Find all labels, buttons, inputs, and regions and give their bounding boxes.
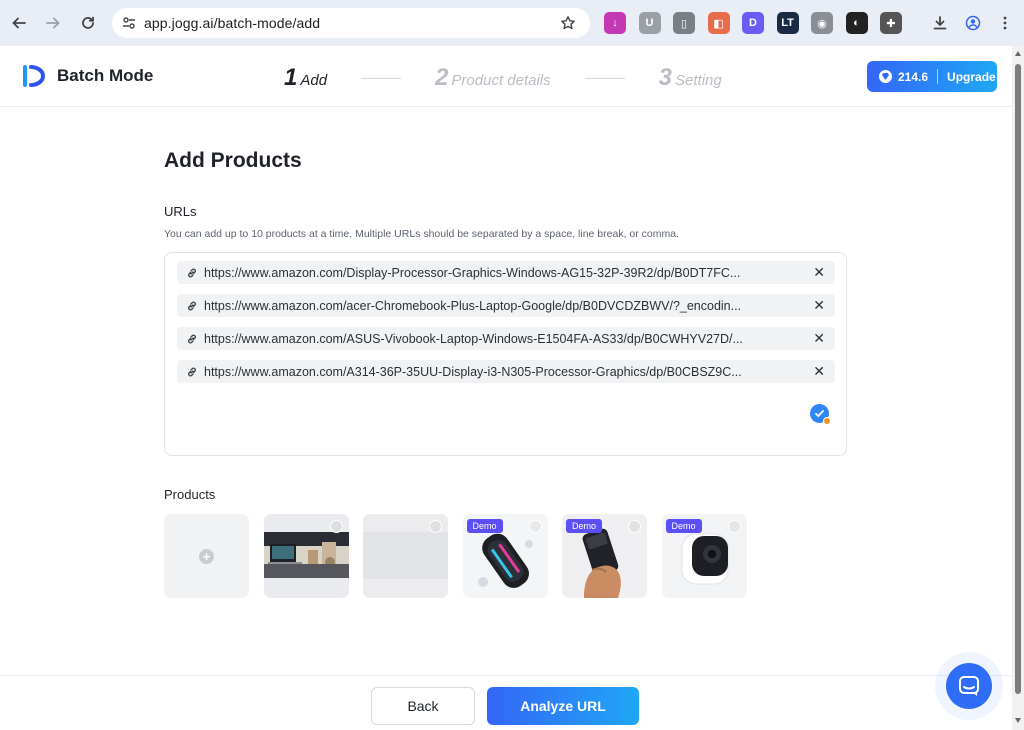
link-icon	[188, 334, 196, 343]
step-number: 2	[435, 64, 449, 91]
url-text: https://www.amazon.com/A314-36P-35UU-Dis…	[204, 364, 742, 379]
divider	[937, 69, 939, 84]
upgrade-label: Upgrade	[947, 69, 996, 84]
link-icon	[188, 367, 196, 376]
app-title: Batch Mode	[57, 66, 154, 85]
scroll-thumb[interactable]	[1015, 64, 1021, 694]
select-radio[interactable]	[429, 520, 442, 533]
url-input-box[interactable]: https://www.amazon.com/Display-Processor…	[164, 252, 847, 456]
select-radio[interactable]	[727, 520, 741, 533]
analyze-url-button[interactable]: Analyze URL	[487, 687, 639, 725]
step-number: 3	[658, 64, 673, 91]
halfcircle-ext-icon[interactable]: ◐	[845, 12, 868, 34]
url-chip: https://www.amazon.com/acer-Chromebook-P…	[177, 294, 835, 317]
logo[interactable]: Batch Mode	[22, 63, 153, 89]
url-text: https://www.amazon.com/acer-Chromebook-P…	[204, 298, 742, 313]
product-card-speaker[interactable]: Demo	[462, 514, 548, 598]
step-number: 1	[284, 64, 298, 91]
product-card-blank[interactable]	[363, 514, 448, 598]
address-bar[interactable]: app.jogg.ai/batch-mode/add	[112, 8, 590, 38]
chat-support-button[interactable]	[946, 663, 992, 709]
step-setting: 3 Setting	[659, 64, 722, 92]
select-radio[interactable]	[329, 520, 343, 533]
extensions-bar: ↓ U ▯ ◧ D LT ◉ ◐ ✚	[604, 10, 915, 36]
step-product-details: 2 Product details	[435, 64, 551, 92]
demo-badge: Demo	[466, 519, 503, 533]
chat-icon	[959, 676, 979, 696]
products-grid: + Demo Demo Demo	[164, 514, 761, 598]
remove-url-icon[interactable]: ✕	[813, 364, 825, 378]
product-card-camera[interactable]: Demo	[661, 514, 747, 598]
link-icon	[188, 301, 196, 310]
lt-ext-icon[interactable]: LT	[776, 12, 799, 34]
mouse-ext-icon[interactable]: ▯	[673, 12, 695, 34]
credit-coin-icon	[879, 70, 892, 83]
urls-label: URLs	[164, 204, 197, 219]
forward-arrow-icon[interactable]	[39, 9, 67, 37]
demo-badge: Demo	[566, 519, 603, 533]
step-label: Setting	[675, 72, 722, 89]
urls-hint: You can add up to 10 products at a time.…	[164, 228, 679, 240]
verified-check-icon	[810, 404, 831, 425]
stepper: 1 Add 2 Product details 3 Setting	[284, 64, 722, 92]
credits-balance: 214.6	[898, 69, 929, 84]
bookmark-star-icon[interactable]	[560, 15, 576, 36]
scribe-ext-icon[interactable]: ◧	[707, 12, 730, 34]
url-text: app.jogg.ai/batch-mode/add	[144, 15, 321, 31]
url-chip: https://www.amazon.com/Display-Processor…	[177, 261, 835, 284]
back-arrow-icon[interactable]	[5, 9, 33, 37]
d-ext-icon[interactable]: D	[742, 12, 764, 34]
select-radio[interactable]	[628, 520, 641, 533]
step-divider	[584, 77, 625, 79]
page-title: Add Products	[164, 149, 302, 172]
select-radio[interactable]	[528, 520, 542, 533]
link-icon	[188, 268, 196, 277]
products-label: Products	[164, 487, 216, 502]
downloads-icon[interactable]	[926, 9, 954, 37]
product-card-laptop[interactable]	[263, 514, 349, 598]
remove-url-icon[interactable]: ✕	[813, 298, 825, 312]
back-button[interactable]: Back	[371, 687, 475, 725]
plus-icon: +	[199, 549, 214, 564]
site-settings-icon[interactable]	[122, 16, 136, 30]
download-ext-icon[interactable]: ↓	[604, 12, 626, 34]
add-product-tile[interactable]: +	[164, 514, 249, 598]
remove-url-icon[interactable]: ✕	[813, 265, 825, 279]
camera-ext-icon[interactable]: ◉	[811, 12, 833, 34]
url-chip: https://www.amazon.com/A314-36P-35UU-Dis…	[177, 360, 835, 383]
scroll-down-arrow-icon[interactable]	[1015, 718, 1021, 723]
status-dot	[823, 417, 831, 425]
u-ext-icon[interactable]: U	[638, 12, 661, 34]
jogg-logo-icon	[23, 65, 46, 87]
footer-bar: Back Analyze URL	[0, 675, 1012, 730]
step-add: 1 Add	[284, 64, 327, 92]
puzzle-ext-icon[interactable]: ✚	[880, 12, 902, 34]
step-divider	[361, 77, 402, 79]
url-text: https://www.amazon.com/Display-Processor…	[204, 265, 741, 280]
page-scrollbar[interactable]	[1012, 46, 1024, 730]
demo-badge: Demo	[665, 519, 702, 533]
upgrade-button[interactable]: 214.6 Upgrade	[867, 61, 997, 92]
profile-avatar-icon[interactable]	[959, 9, 987, 37]
scroll-up-arrow-icon[interactable]	[1015, 51, 1021, 56]
url-chip: https://www.amazon.com/ASUS-Vivobook-Lap…	[177, 327, 835, 350]
browser-toolbar: app.jogg.ai/batch-mode/add ↓ U ▯ ◧ D LT ◉ ◐ ✚	[0, 0, 1024, 46]
reload-icon[interactable]	[74, 9, 102, 37]
url-text: https://www.amazon.com/ASUS-Vivobook-Lap…	[204, 331, 743, 346]
remove-url-icon[interactable]: ✕	[813, 331, 825, 345]
step-label: Product details	[451, 72, 551, 89]
browser-menu-icon[interactable]	[991, 9, 1019, 37]
product-card-phone[interactable]: Demo	[562, 514, 647, 598]
step-label: Add	[300, 72, 328, 89]
app-header: Batch Mode 1 Add 2 Product details 3 Set…	[0, 46, 1012, 107]
